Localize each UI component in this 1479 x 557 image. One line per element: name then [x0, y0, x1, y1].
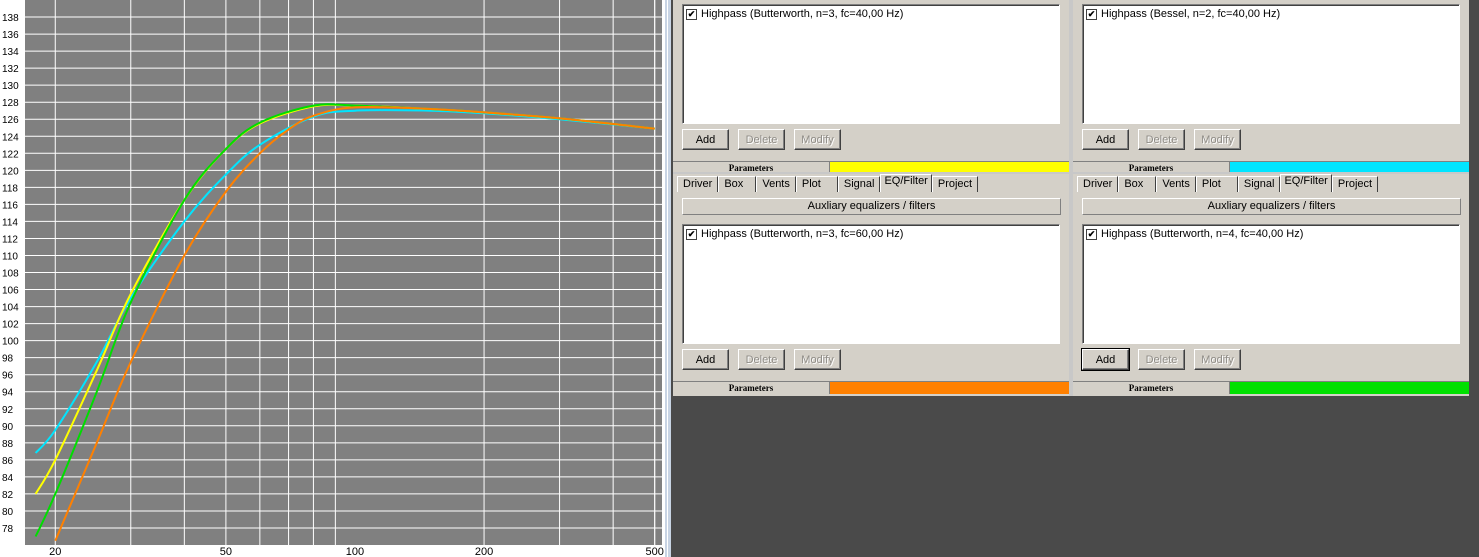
- y-tick-label: 82: [2, 490, 14, 501]
- y-tick-label: 118: [2, 183, 18, 194]
- curve-color-swatch[interactable]: [1230, 382, 1469, 394]
- y-tick-label: 106: [2, 286, 19, 297]
- curve-color-swatch[interactable]: [830, 382, 1069, 394]
- modify-button[interactable]: Modify: [1194, 349, 1241, 370]
- tab-vents[interactable]: Vents: [1156, 176, 1196, 192]
- x-tick-label: 500: [646, 546, 664, 557]
- y-tick-label: 104: [2, 303, 19, 314]
- y-tick-label: 134: [2, 47, 19, 58]
- y-tick-label: 84: [2, 473, 14, 484]
- filter-panel-bottom-right: Driver Box Vents Plot Signal EQ/Filter P…: [1073, 174, 1469, 396]
- y-tick-label: 114: [2, 217, 18, 228]
- y-tick-label: 80: [2, 507, 14, 518]
- filter-list[interactable]: ✔ Highpass (Bessel, n=2, fc=40,00 Hz): [1082, 4, 1460, 124]
- checkbox-checked-icon[interactable]: ✔: [1086, 228, 1097, 240]
- parameters-strip[interactable]: Parameters: [673, 381, 1069, 394]
- tab-eq-filter[interactable]: EQ/Filter: [880, 174, 932, 192]
- filter-list[interactable]: ✔ Highpass (Butterworth, n=3, fc=40,00 H…: [682, 4, 1060, 124]
- y-tick-label: 124: [2, 132, 19, 143]
- y-tick-label: 136: [2, 30, 19, 41]
- filter-item-label: Highpass (Bessel, n=2, fc=40,00 Hz): [1101, 8, 1281, 20]
- modify-button[interactable]: Modify: [794, 129, 841, 150]
- tab-project[interactable]: Project: [931, 176, 979, 192]
- filter-panel-bottom-left: Driver Box Vents Plot Signal EQ/Filter P…: [673, 174, 1069, 396]
- aux-equalizers-header-button[interactable]: Auxliary equalizers / filters: [1082, 198, 1461, 215]
- tab-vents[interactable]: Vents: [756, 176, 796, 192]
- filter-panel-top-right: ✔ Highpass (Bessel, n=2, fc=40,00 Hz) Ad…: [1073, 0, 1469, 174]
- filter-item-label: Highpass (Butterworth, n=3, fc=60,00 Hz): [701, 228, 904, 240]
- y-tick-label: 102: [2, 320, 19, 331]
- filter-panel-top-left: ✔ Highpass (Butterworth, n=3, fc=40,00 H…: [673, 0, 1069, 174]
- tab-project[interactable]: Project: [1331, 176, 1379, 192]
- delete-button[interactable]: Delete: [1138, 129, 1185, 150]
- tab-driver[interactable]: Driver: [1077, 176, 1119, 192]
- y-tick-label: 122: [2, 149, 19, 160]
- frequency-response-chart: 78 80 82 84 86 88 90 92 94 96 98 100 102 104 106 108 110…: [0, 0, 665, 557]
- y-tick-label: 128: [2, 98, 19, 109]
- tab-plot[interactable]: Plot: [795, 176, 838, 192]
- y-tick-label: 96: [2, 371, 14, 382]
- y-tick-label: 110: [2, 251, 18, 262]
- delete-button[interactable]: Delete: [1138, 349, 1185, 370]
- tab-bar: Driver Box Vents Plot Signal EQ/Filter P…: [1077, 174, 1379, 192]
- y-tick-label: 100: [2, 337, 19, 348]
- y-tick-label: 98: [2, 354, 14, 365]
- y-tick-label: 112: [2, 234, 18, 245]
- add-button[interactable]: Add: [682, 129, 729, 150]
- y-tick-label: 132: [2, 64, 19, 75]
- y-tick-label: 120: [2, 166, 19, 177]
- y-tick-label: 116: [2, 200, 18, 211]
- x-tick-label: 20: [49, 546, 61, 557]
- tab-signal[interactable]: Signal: [837, 176, 881, 192]
- tab-signal[interactable]: Signal: [1237, 176, 1281, 192]
- delete-button[interactable]: Delete: [738, 349, 785, 370]
- y-tick-label: 130: [2, 81, 19, 92]
- aux-equalizers-header-button[interactable]: Auxliary equalizers / filters: [682, 198, 1061, 215]
- list-item[interactable]: ✔ Highpass (Butterworth, n=3, fc=60,00 H…: [686, 227, 903, 241]
- modify-button[interactable]: Modify: [1194, 129, 1241, 150]
- add-button[interactable]: Add: [682, 349, 729, 370]
- parameters-label: Parameters: [673, 382, 830, 394]
- y-tick-label: 138: [2, 13, 19, 24]
- list-item[interactable]: ✔ Highpass (Butterworth, n=4, fc=40,00 H…: [1086, 227, 1303, 241]
- y-tick-label: 88: [2, 439, 14, 450]
- filter-item-label: Highpass (Butterworth, n=4, fc=40,00 Hz): [1101, 228, 1304, 240]
- add-button[interactable]: Add: [1082, 129, 1129, 150]
- y-tick-label: 86: [2, 456, 14, 467]
- y-tick-label: 126: [2, 115, 19, 126]
- splitter[interactable]: [665, 0, 671, 557]
- checkbox-checked-icon[interactable]: ✔: [686, 228, 697, 240]
- x-tick-label: 50: [220, 546, 232, 557]
- list-item[interactable]: ✔ Highpass (Bessel, n=2, fc=40,00 Hz): [1086, 7, 1280, 21]
- y-tick-label: 90: [2, 422, 14, 433]
- tab-plot[interactable]: Plot: [1195, 176, 1238, 192]
- filter-item-label: Highpass (Butterworth, n=3, fc=40,00 Hz): [701, 8, 904, 20]
- x-tick-label: 100: [346, 546, 364, 557]
- delete-button[interactable]: Delete: [738, 129, 785, 150]
- tab-driver[interactable]: Driver: [677, 176, 719, 192]
- filter-list[interactable]: ✔ Highpass (Butterworth, n=3, fc=60,00 H…: [682, 224, 1060, 344]
- parameters-strip[interactable]: Parameters: [1073, 381, 1469, 394]
- add-button[interactable]: Add: [1081, 348, 1130, 371]
- y-tick-label: 78: [2, 524, 14, 535]
- tab-box[interactable]: Box: [1118, 176, 1157, 192]
- tab-box[interactable]: Box: [718, 176, 757, 192]
- parameters-label: Parameters: [1073, 382, 1230, 394]
- y-tick-label: 92: [2, 405, 14, 416]
- tab-bar: Driver Box Vents Plot Signal EQ/Filter P…: [677, 174, 979, 192]
- panel-column-divider: [1069, 0, 1073, 396]
- y-tick-label: 94: [2, 388, 14, 399]
- modify-button[interactable]: Modify: [794, 349, 841, 370]
- x-tick-label: 200: [475, 546, 493, 557]
- checkbox-checked-icon[interactable]: ✔: [686, 8, 697, 20]
- filter-list[interactable]: ✔ Highpass (Butterworth, n=4, fc=40,00 H…: [1082, 224, 1460, 344]
- y-tick-label: 108: [2, 269, 19, 280]
- checkbox-checked-icon[interactable]: ✔: [1086, 8, 1097, 20]
- list-item[interactable]: ✔ Highpass (Butterworth, n=3, fc=40,00 H…: [686, 7, 903, 21]
- tab-eq-filter[interactable]: EQ/Filter: [1280, 174, 1332, 192]
